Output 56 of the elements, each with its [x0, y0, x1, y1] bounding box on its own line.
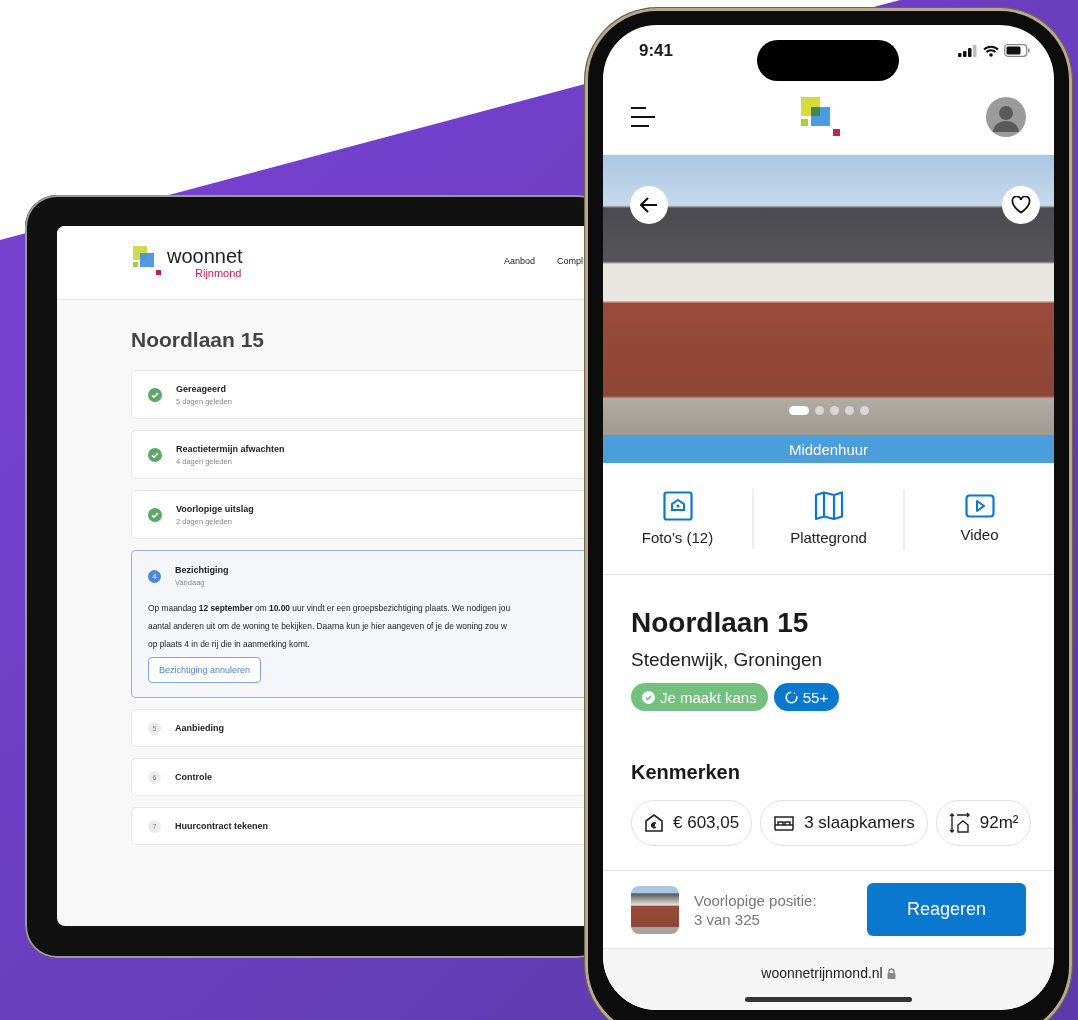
wifi-icon	[983, 44, 999, 57]
position-label: Voorlopige positie:	[694, 890, 817, 910]
favorite-button[interactable]	[1002, 186, 1040, 224]
back-arrow-icon	[640, 197, 658, 213]
spinner-icon	[784, 690, 798, 704]
feature-label: 92m²	[979, 813, 1019, 833]
feature-label: € 603,05	[673, 813, 740, 833]
check-icon	[642, 690, 655, 704]
house-icon	[644, 813, 664, 833]
url-text[interactable]: woonnetrijnmond.nl	[761, 965, 883, 981]
back-button[interactable]	[630, 186, 668, 224]
badge-label: Je maakt kans	[660, 688, 757, 706]
media-tab[interactable]: Video	[903, 488, 1054, 549]
step-title: Reactietermijn afwachten	[176, 443, 285, 454]
feature-label: 3 slaapkamers	[804, 813, 915, 833]
logo-subname: Rijnmond	[194, 268, 243, 279]
map-icon	[813, 491, 844, 521]
play-icon	[964, 494, 995, 518]
carousel-dot[interactable]	[859, 406, 869, 415]
step-title: Aanbieding	[175, 723, 224, 733]
carousel-dot[interactable]	[844, 406, 854, 415]
logo-icon	[133, 246, 163, 276]
category-banner: Middenhuur	[603, 435, 1054, 463]
battery-icon	[1004, 44, 1030, 57]
viewing-description: Op maandag 12 september om 10.00 uur vindt er een groepsbezichtiging plaats. We nodigen jou aantal anderen uit om de woning te bekijken. Daarna kun je hier aangeven of je de woning zou w op plaats 4 in de rij die in aanmerking komt.	[148, 602, 512, 651]
logo-icon	[801, 97, 841, 137]
media-tab[interactable]: Plattegrond	[752, 488, 903, 549]
step-title: Voorlopige uitslag	[176, 503, 254, 514]
respond-button[interactable]: Reageren	[867, 883, 1026, 936]
area-icon	[948, 812, 971, 834]
listing-title: Noordlaan 15	[631, 606, 810, 640]
lock-icon	[886, 967, 896, 979]
badge-label: 55+	[802, 688, 829, 706]
signal-icon	[958, 44, 978, 57]
page-title: Noordlaan 15	[131, 328, 266, 352]
listing-location: Stedenwijk, Groningen	[631, 649, 824, 671]
media-tab[interactable]: Foto’s (12)	[603, 488, 752, 549]
status-time: 9:41	[639, 40, 674, 61]
heart-icon	[1011, 196, 1031, 214]
camera-icon	[662, 491, 693, 521]
photo-thumbnail	[631, 885, 679, 934]
logo-name: woonnet	[167, 246, 243, 266]
step-title: Gereageerd	[176, 383, 228, 394]
cancel-viewing-button[interactable]: Bezichtiging annuleren	[148, 657, 262, 683]
avatar[interactable]	[986, 97, 1026, 137]
step-title: Bezichtiging	[175, 565, 229, 575]
step-title: Huurcontract tekenen	[175, 821, 269, 831]
bed-icon	[773, 814, 796, 832]
nav-link[interactable]: Compl	[557, 255, 583, 266]
position-value: 3 van 325	[694, 909, 761, 929]
carousel-dot[interactable]	[814, 406, 824, 415]
menu-icon[interactable]	[630, 106, 656, 128]
carousel-dot[interactable]	[829, 406, 839, 415]
section-heading: Kenmerken	[631, 761, 741, 784]
nav-link[interactable]: Aanbod	[503, 255, 535, 266]
step-title: Controle	[175, 772, 212, 782]
